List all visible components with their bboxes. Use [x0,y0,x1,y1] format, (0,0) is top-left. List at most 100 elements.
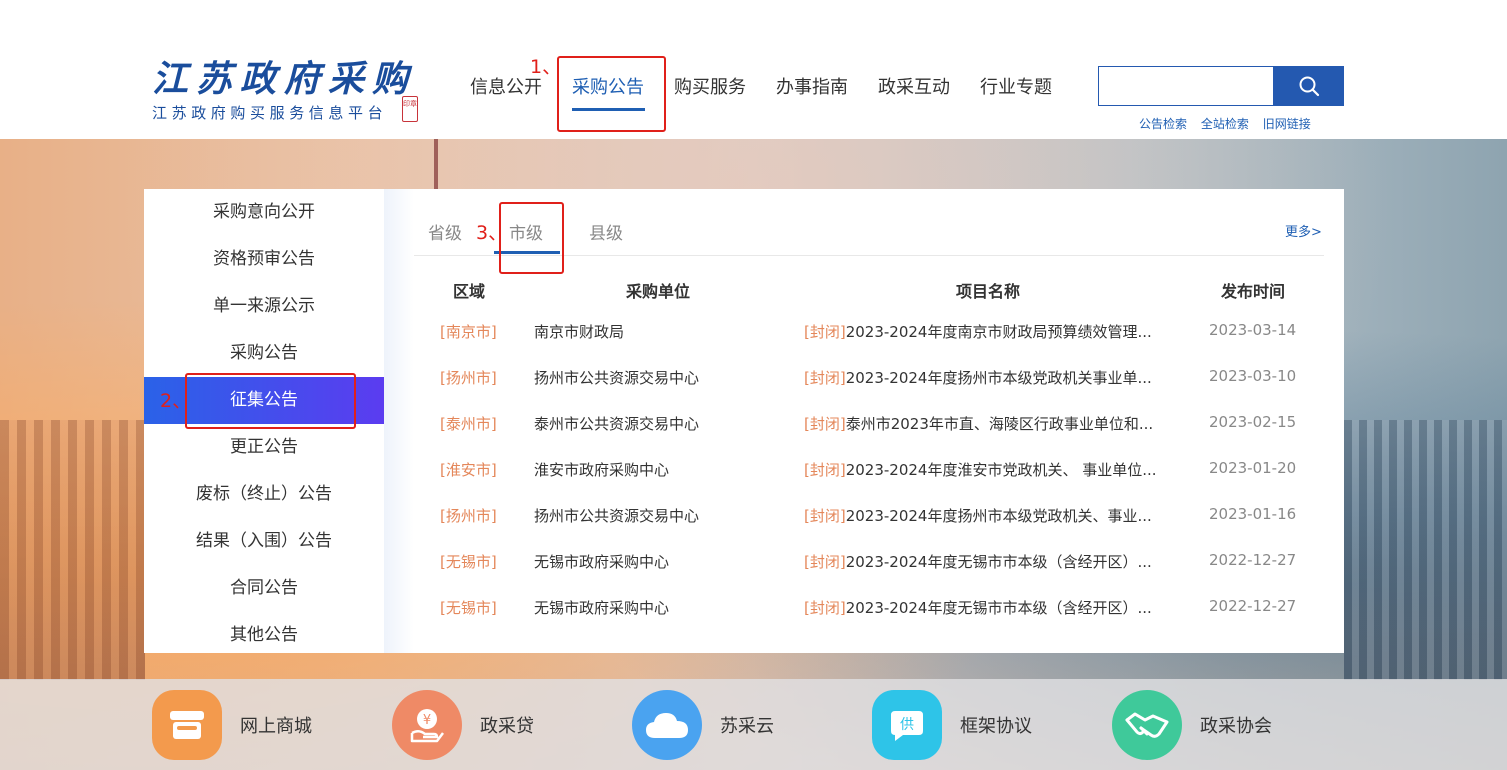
search-input[interactable] [1098,66,1274,106]
tab-county[interactable]: 县级 [589,219,623,244]
table-row[interactable]: [扬州市] 扬州市公共资源交易中心 [封闭]2023-2024年度扬州市本级党政… [414,367,1324,413]
row-project-title[interactable]: 2023-2024年度扬州市本级党政机关事业单... [846,369,1152,387]
link-old-site[interactable]: 旧网链接 [1263,117,1311,131]
sidebar-item-prequalification[interactable]: 资格预审公告 [144,236,384,283]
service-label: 政采协会 [1200,715,1272,737]
row-region[interactable]: [南京市] [440,321,497,342]
supply-chat-icon: 供 [872,689,942,760]
row-date: 2022-12-27 [1209,551,1297,569]
sidebar-item-result[interactable]: 结果（入围）公告 [144,518,384,565]
row-date: 2023-03-10 [1209,367,1297,385]
sidebar-item-contract[interactable]: 合同公告 [144,565,384,612]
row-project-title[interactable]: 2023-2024年度无锡市市本级（含经开区）... [846,553,1152,571]
service-framework-agreement[interactable]: 供 框架协议 [872,679,1032,770]
row-unit: 扬州市公共资源交易中心 [534,369,700,387]
logo-seal-icon: 印章 [402,96,418,122]
row-project-link[interactable]: [封闭]泰州市2023年市直、海陵区行政事业单位和... [804,413,1176,434]
service-procurement-association[interactable]: 政采协会 [1112,679,1272,770]
service-label: 政采贷 [480,715,534,737]
table-row[interactable]: [无锡市] 无锡市政府采购中心 [封闭]2023-2024年度无锡市市本级（含经… [414,551,1324,597]
service-label: 框架协议 [960,715,1032,737]
row-region[interactable]: [淮安市] [440,459,497,480]
col-header-project: 项目名称 [956,282,1021,301]
shop-icon [152,689,222,760]
col-header-region: 区域 [453,282,486,301]
link-notice-search[interactable]: 公告检索 [1139,117,1187,131]
row-unit: 无锡市政府采购中心 [534,553,670,571]
row-project-title[interactable]: 2023-2024年度无锡市市本级（含经开区）... [846,599,1152,617]
site-logo[interactable]: 江苏政府采购 江苏政府购买服务信息平台 印章 [152,50,422,126]
tab-divider [414,255,1324,256]
table-row[interactable]: [扬州市] 扬州市公共资源交易中心 [封闭]2023-2024年度扬州市本级党政… [414,505,1324,551]
sidebar-item-single-source[interactable]: 单一来源公示 [144,283,384,330]
service-bar: 网上商城 ¥ 政采贷 苏采云 供 框架协议 政采协会 [0,679,1507,770]
row-tag: [封闭] [804,323,846,341]
table-row[interactable]: [泰州市] 泰州市公共资源交易中心 [封闭]泰州市2023年市直、海陵区行政事业… [414,413,1324,459]
row-unit: 泰州市公共资源交易中心 [534,415,700,433]
row-project-link[interactable]: [封闭]2023-2024年度扬州市本级党政机关事业单... [804,367,1176,388]
service-label: 网上商城 [240,715,312,737]
row-tag: [封闭] [804,369,846,387]
search-icon [1299,76,1319,97]
tower-decoration [434,139,438,189]
notice-list-area: 省级 市级 县级 更多> 区域 采购单位 项目名称 发布时间 [南京市] 南京市… [384,189,1344,653]
row-unit: 南京市财政局 [534,323,625,341]
table-row[interactable]: [无锡市] 无锡市政府采购中心 [封闭]2023-2024年度无锡市市本级（含经… [414,597,1324,643]
nav-item-industry-topics[interactable]: 行业专题 [980,73,1052,99]
nav-item-purchase-service[interactable]: 购买服务 [674,73,746,99]
search-quick-links: 公告检索 全站检索 旧网链接 [1139,115,1321,132]
service-procurement-loan[interactable]: ¥ 政采贷 [392,679,534,770]
sidebar-item-termination[interactable]: 废标（终止）公告 [144,471,384,518]
search-button[interactable] [1273,66,1344,106]
row-project-link[interactable]: [封闭]2023-2024年度无锡市市本级（含经开区）... [804,551,1176,572]
row-project-title[interactable]: 2023-2024年度扬州市本级党政机关、事业... [846,507,1152,525]
sidebar-item-correction[interactable]: 更正公告 [144,424,384,471]
city-skyline-right [1344,420,1507,680]
handshake-icon [1112,689,1182,760]
row-tag: [封闭] [804,507,846,525]
sidebar-item-procurement[interactable]: 采购公告 [144,330,384,377]
nav-item-interaction[interactable]: 政采互动 [878,73,950,99]
sidebar-item-other[interactable]: 其他公告 [144,612,384,653]
service-online-mall[interactable]: 网上商城 [152,679,312,770]
service-sucaiyun[interactable]: 苏采云 [632,679,774,770]
tab-provincial[interactable]: 省级 [428,219,462,244]
link-site-search[interactable]: 全站检索 [1201,117,1249,131]
row-project-link[interactable]: [封闭]2023-2024年度无锡市市本级（含经开区）... [804,597,1176,618]
nav-item-info-disclosure[interactable]: 信息公开 [470,73,542,99]
nav-item-guide[interactable]: 办事指南 [776,73,848,99]
row-date: 2023-02-15 [1209,413,1297,431]
nav-item-procurement-notice[interactable]: 采购公告 [572,73,644,99]
table-row[interactable]: [南京市] 南京市财政局 [封闭]2023-2024年度南京市财政局预算绩效管理… [414,321,1324,367]
loan-icon: ¥ [392,689,462,760]
service-label: 苏采云 [720,715,774,737]
row-region[interactable]: [无锡市] [440,551,497,572]
row-project-title[interactable]: 泰州市2023年市直、海陵区行政事业单位和... [846,415,1153,433]
svg-text:供: 供 [900,717,914,733]
row-project-link[interactable]: [封闭]2023-2024年度扬州市本级党政机关、事业... [804,505,1176,526]
row-tag: [封闭] [804,553,846,571]
row-region[interactable]: [扬州市] [440,367,497,388]
table-row[interactable]: [淮安市] 淮安市政府采购中心 [封闭]2023-2024年度淮安市党政机关、 … [414,459,1324,505]
row-unit: 扬州市公共资源交易中心 [534,507,700,525]
row-project-title[interactable]: 2023-2024年度淮安市党政机关、 事业单位... [846,461,1157,479]
row-project-title[interactable]: 2023-2024年度南京市财政局预算绩效管理... [846,323,1152,341]
row-date: 2023-03-14 [1209,321,1297,339]
sidebar-item-intent[interactable]: 采购意向公开 [144,189,384,236]
row-region[interactable]: [泰州市] [440,413,497,434]
city-skyline-left [0,420,145,680]
notice-category-sidebar: 采购意向公开 资格预审公告 单一来源公示 采购公告 征集公告 更正公告 废标（终… [144,189,384,653]
row-tag: [封闭] [804,599,846,617]
row-region[interactable]: [无锡市] [440,597,497,618]
row-tag: [封闭] [804,461,846,479]
row-unit: 无锡市政府采购中心 [534,599,670,617]
row-tag: [封闭] [804,415,846,433]
more-link[interactable]: 更多> [1285,221,1322,240]
tab-active-underline [494,251,560,254]
row-date: 2023-01-16 [1209,505,1297,523]
tab-municipal[interactable]: 市级 [509,219,543,244]
row-project-link[interactable]: [封闭]2023-2024年度南京市财政局预算绩效管理... [804,321,1176,342]
row-project-link[interactable]: [封闭]2023-2024年度淮安市党政机关、 事业单位... [804,459,1176,480]
sidebar-item-solicitation[interactable]: 征集公告 [144,377,384,424]
row-region[interactable]: [扬州市] [440,505,497,526]
